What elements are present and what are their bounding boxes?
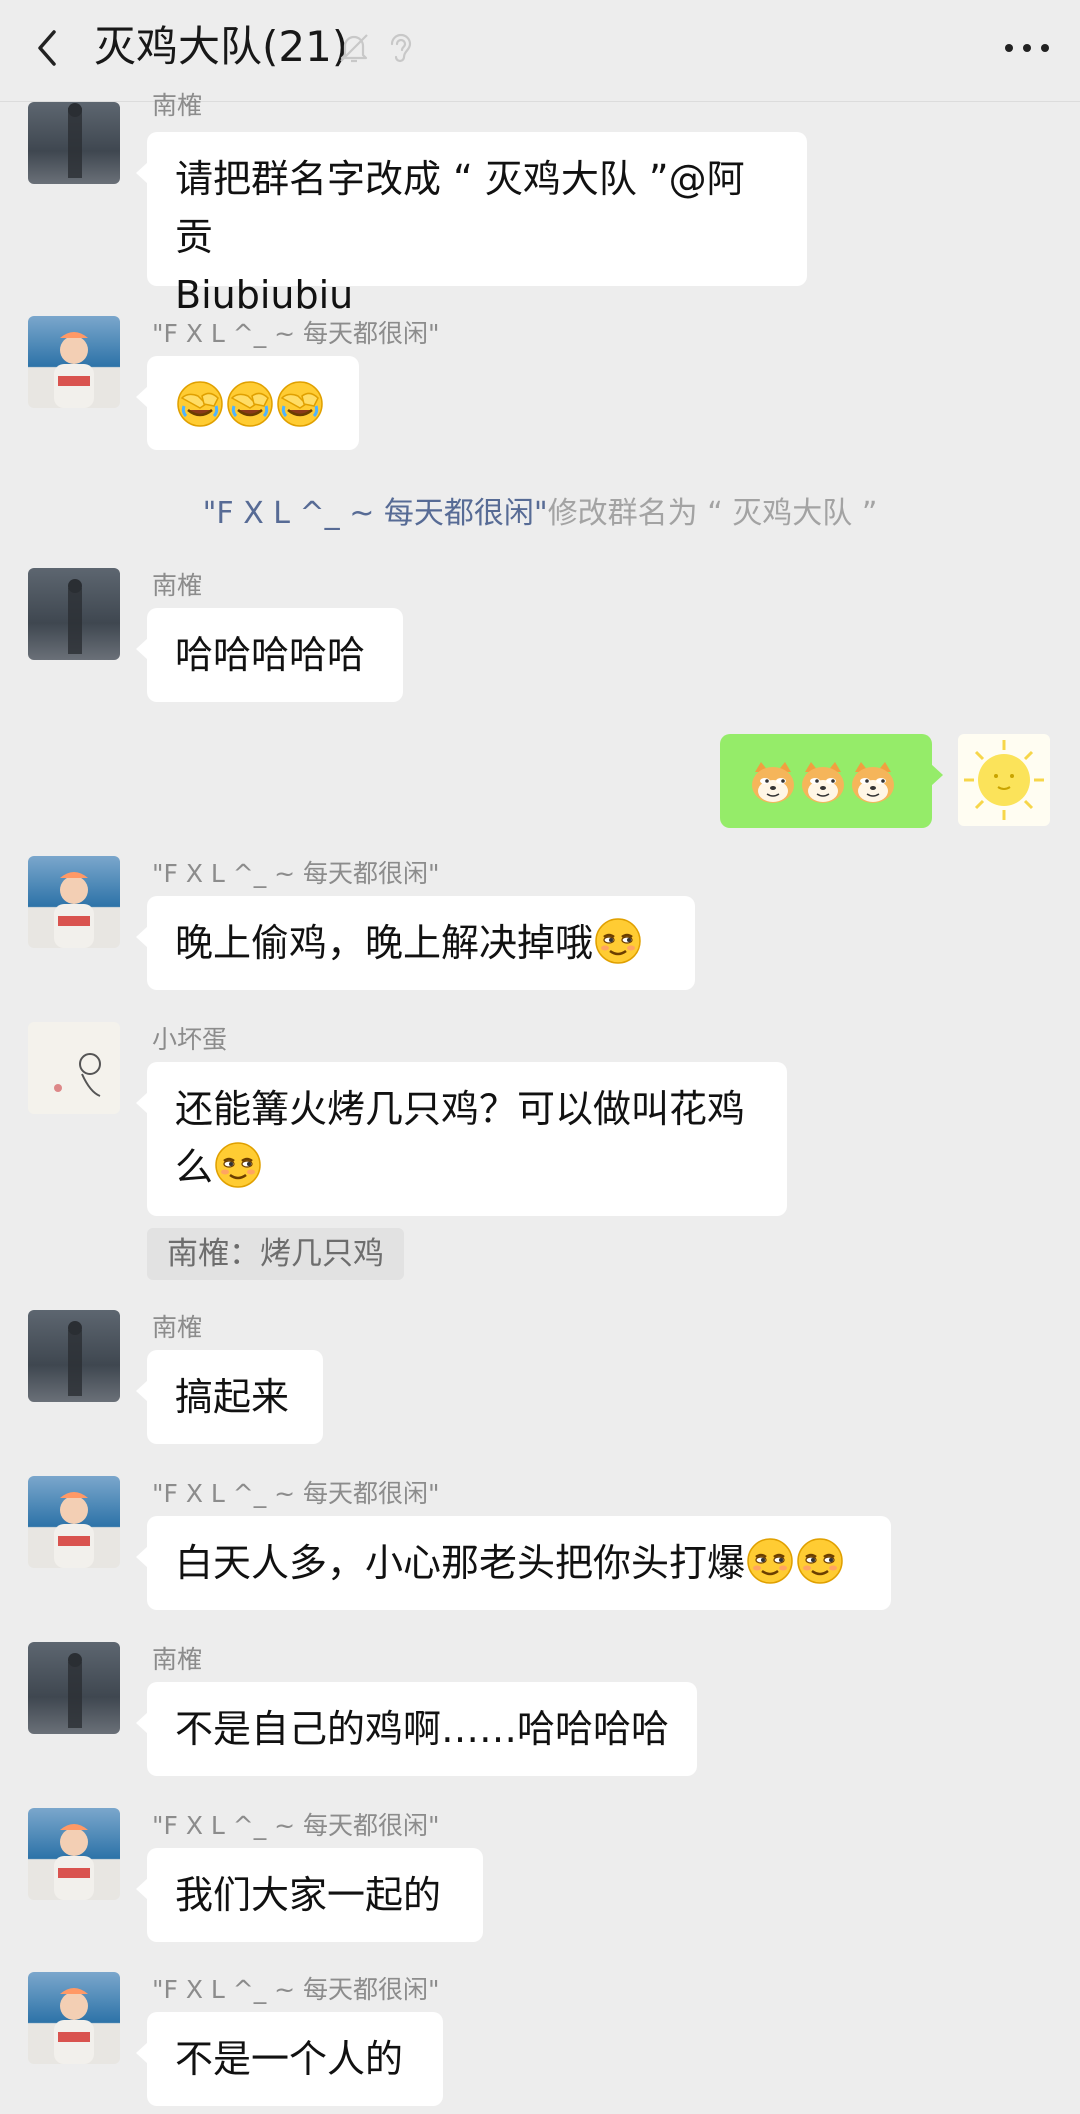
message-text: Biubiubiu — [175, 273, 354, 317]
message-bubble[interactable]: 不是一个人的 — [136, 2012, 443, 2106]
message-bubble[interactable]: 哈哈哈哈哈 — [136, 608, 403, 702]
avatar[interactable] — [28, 316, 120, 408]
avatar[interactable] — [28, 1808, 120, 1900]
top-bar: 灭鸡大队(21) — [0, 0, 1080, 102]
smirk-emoji — [594, 917, 642, 965]
system-message-name[interactable]: "F X L ^_ ~ 每天都很闲" — [203, 496, 548, 531]
sender-name: "F X L ^_ ~ 每天都很闲" — [152, 1479, 440, 1508]
sender-name: "F X L ^_ ~ 每天都很闲" — [152, 319, 440, 348]
avatar[interactable] — [28, 1310, 120, 1402]
smirk-emoji — [746, 1537, 794, 1585]
doge-emoji — [799, 758, 847, 806]
doge-emoji — [849, 758, 897, 806]
my-message-bubble[interactable] — [720, 734, 943, 828]
message-bubble[interactable]: 不是自己的鸡啊……哈哈哈哈 — [136, 1682, 697, 1776]
message-bubble[interactable]: 白天人多，小心那老头把你头打爆 — [136, 1516, 891, 1610]
message-text: 哈哈哈哈哈 — [175, 633, 366, 677]
message-text: 还能篝火烤几只鸡？可以做叫花鸡 — [175, 1087, 746, 1131]
message-text: 白天人多，小心那老头把你头打爆 — [175, 1541, 746, 1585]
avatar[interactable] — [28, 856, 120, 948]
bell-off-icon — [340, 34, 368, 63]
avatar[interactable] — [28, 568, 120, 660]
message-text: 搞起来 — [175, 1375, 290, 1419]
chat-title: 灭鸡大队(21) — [94, 22, 349, 71]
facepalm-emoji — [276, 380, 324, 428]
chevron-left-icon[interactable] — [28, 26, 72, 70]
sender-name: "F X L ^_ ~ 每天都很闲" — [152, 1975, 440, 2004]
sender-name: 南榷 — [152, 571, 203, 600]
sender-name: "F X L ^_ ~ 每天都很闲" — [152, 1811, 440, 1840]
message-text: 晚上偷鸡，晚上解决掉哦 — [175, 921, 594, 965]
avatar[interactable] — [28, 1022, 120, 1114]
sender-name: 南榷 — [152, 1645, 203, 1674]
smirk-emoji — [796, 1537, 844, 1585]
avatar[interactable] — [28, 1642, 120, 1734]
my-avatar[interactable] — [958, 734, 1050, 826]
sender-name: 南榷 — [152, 1313, 203, 1342]
sender-name: 南榷 — [152, 91, 203, 120]
avatar[interactable] — [28, 102, 120, 184]
smirk-emoji — [214, 1141, 262, 1189]
doge-emoji — [749, 758, 797, 806]
ear-icon — [390, 33, 412, 63]
message-bubble[interactable]: 请把群名字改成 “ 灭鸡大队 ”@阿贡 Biubiubiu — [136, 132, 807, 317]
message-bubble[interactable]: 我们大家一起的 — [136, 1848, 483, 1942]
facepalm-emoji — [176, 380, 224, 428]
more-horizontal-icon[interactable] — [1002, 30, 1052, 66]
message-text: 么 — [175, 1145, 214, 1189]
system-message-text: 修改群名为 “ 灭鸡大队 ” — [547, 496, 878, 531]
message-text: 不是一个人的 — [175, 2037, 404, 2081]
message-text: 我们大家一起的 — [175, 1873, 442, 1917]
message-bubble[interactable]: 晚上偷鸡，晚上解决掉哦 — [136, 896, 695, 990]
message-bubble[interactable] — [136, 356, 359, 450]
sender-name: 小坏蛋 — [152, 1025, 228, 1054]
message-bubble[interactable]: 还能篝火烤几只鸡？可以做叫花鸡 么 — [136, 1062, 787, 1216]
quoted-message[interactable]: 南榷：烤几只鸡 — [147, 1228, 404, 1280]
facepalm-emoji — [226, 380, 274, 428]
message-bubble[interactable]: 搞起来 — [136, 1350, 323, 1444]
message-text: 请把群名字改成 “ 灭鸡大队 ”@阿贡 — [175, 157, 745, 259]
avatar[interactable] — [28, 1476, 120, 1568]
message-text: 不是自己的鸡啊……哈哈哈哈 — [175, 1707, 670, 1751]
avatar[interactable] — [28, 1972, 120, 2064]
system-message: "F X L ^_ ~ 每天都很闲"修改群名为 “ 灭鸡大队 ” — [0, 488, 1080, 532]
sender-name: "F X L ^_ ~ 每天都很闲" — [152, 859, 440, 888]
